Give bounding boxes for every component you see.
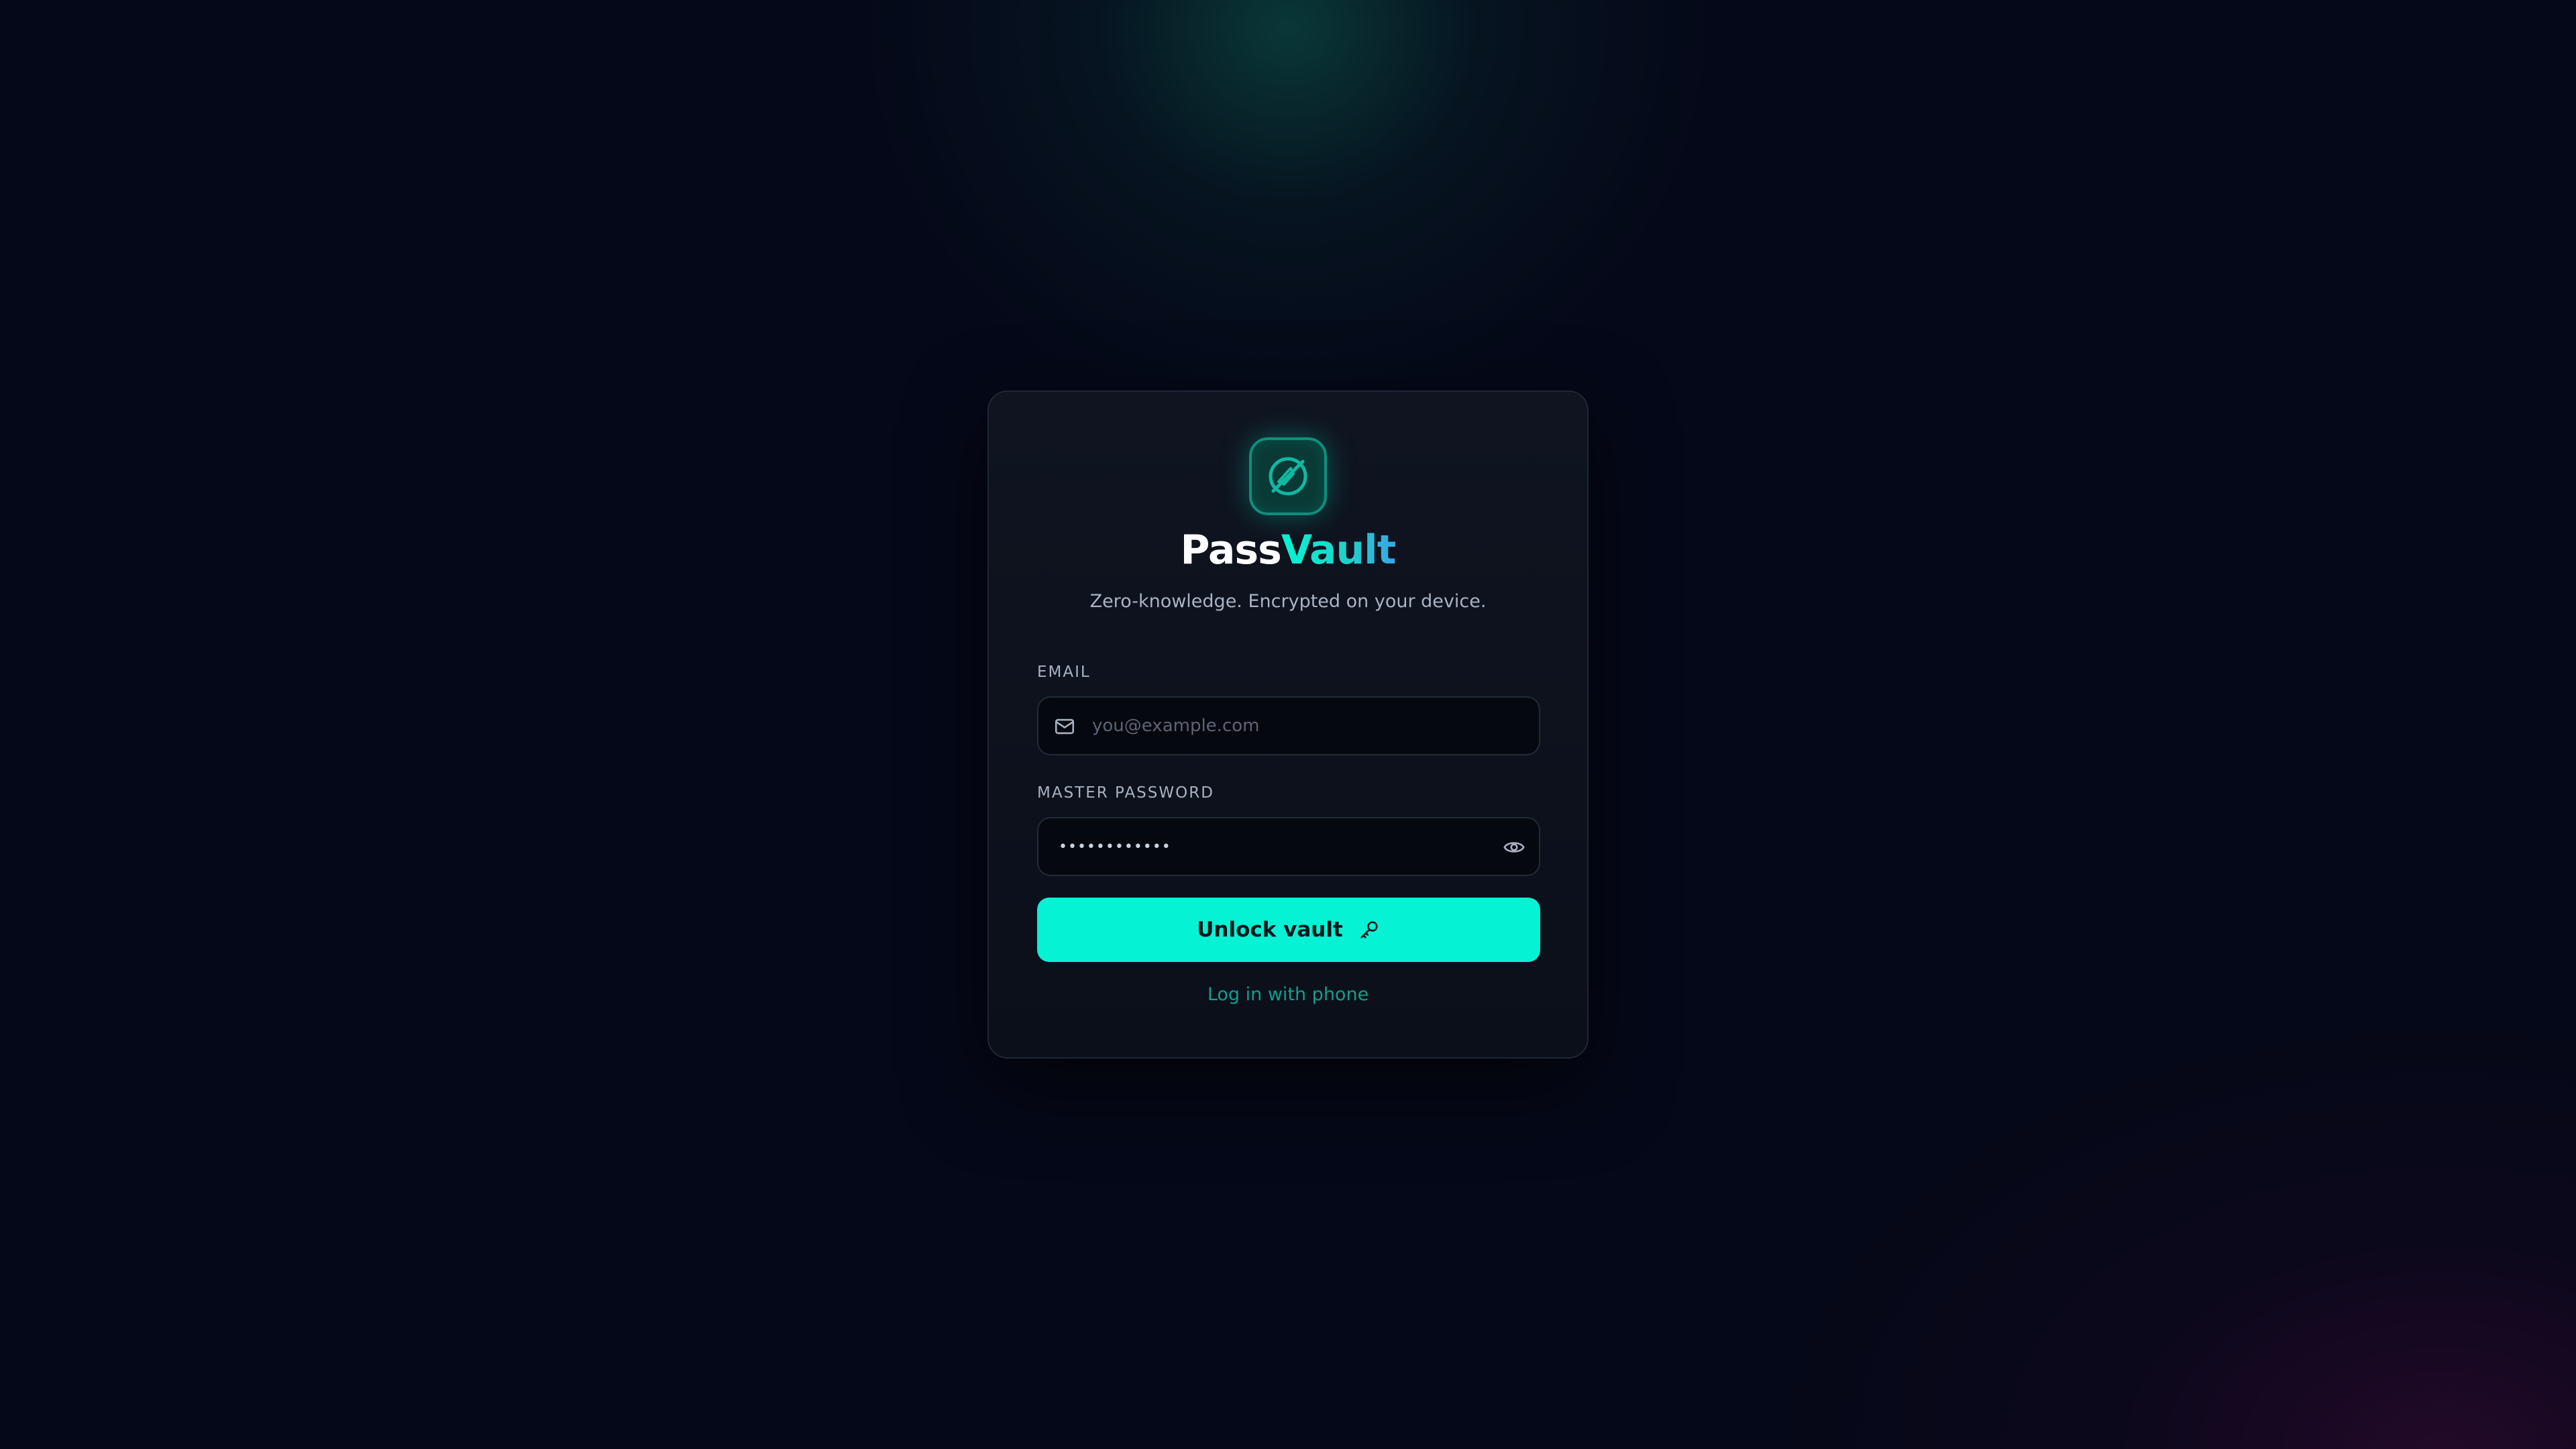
app-logo <box>1249 437 1327 515</box>
login-card: PassVault Zero-knowledge. Encrypted on y… <box>987 390 1589 1059</box>
unlock-vault-label: Unlock vault <box>1197 918 1343 942</box>
mail-icon <box>1055 718 1075 735</box>
tagline: Zero-knowledge. Encrypted on your device… <box>1089 591 1487 612</box>
password-field-wrapper <box>1037 817 1540 876</box>
shield-slash-icon <box>1269 457 1307 496</box>
eye-icon[interactable] <box>1503 836 1525 859</box>
email-input[interactable] <box>1092 698 1521 754</box>
brand-name-part1: Pass <box>1180 527 1282 574</box>
brand-title: PassVault <box>989 526 1587 574</box>
log-in-with-phone-link[interactable]: Log in with phone <box>989 983 1587 1006</box>
master-password-label: MASTER PASSWORD <box>1037 784 1214 802</box>
email-label: EMAIL <box>1037 663 1091 681</box>
master-password-input[interactable] <box>1059 818 1474 875</box>
email-field-wrapper <box>1037 696 1540 755</box>
brand-name-part2: Vault <box>1281 527 1397 574</box>
unlock-vault-button[interactable]: Unlock vault <box>1037 898 1540 962</box>
key-icon <box>1360 921 1378 938</box>
